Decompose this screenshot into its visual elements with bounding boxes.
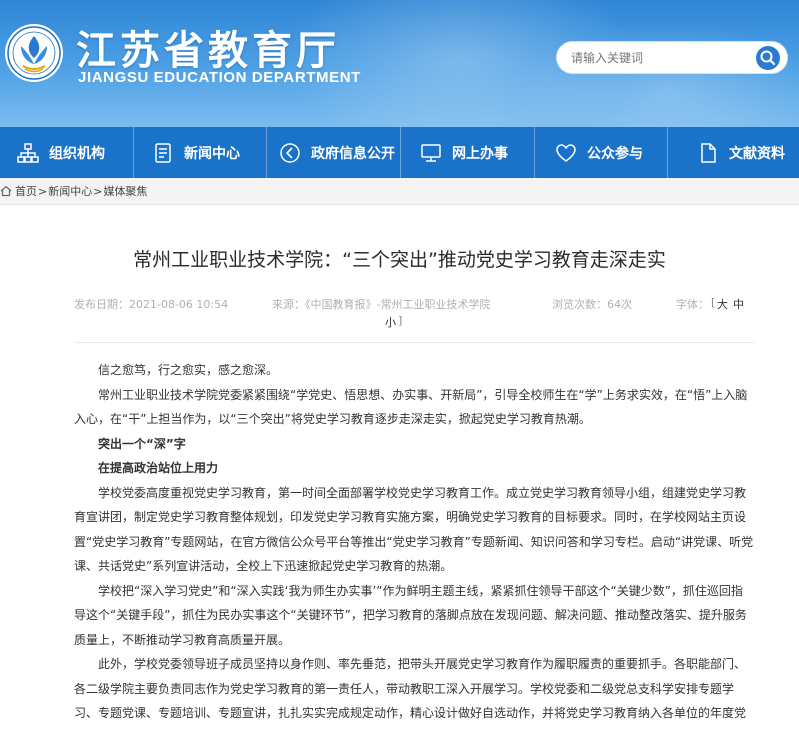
- site-header: 江苏省教育厅 JIANGSU EDUCATION DEPARTMENT: [0, 0, 799, 127]
- nav-item-org[interactable]: 组织机构: [0, 127, 133, 178]
- breadcrumb: 首页 > 新闻中心 > 媒体聚焦: [0, 178, 799, 205]
- search-icon[interactable]: [755, 45, 781, 71]
- site-title[interactable]: 江苏省教育厅: [76, 18, 340, 76]
- breadcrumb-news-link[interactable]: 新闻中心: [48, 183, 92, 199]
- info-open-icon: [280, 142, 300, 163]
- org-chart-icon: [17, 142, 39, 163]
- article-source: 来源：《中国教育报》-常州工业职业技术学院: [272, 298, 491, 311]
- nav-item-public-participation[interactable]: 公众参与: [535, 127, 667, 178]
- article-paragraph: 学校党委高度重视党史学习教育，第一时间全面部署学校党史学习教育工作。成立党史学习…: [74, 485, 754, 574]
- breadcrumb-current-link[interactable]: 媒体聚焦: [103, 183, 147, 199]
- nav-label: 政府信息公开: [311, 145, 395, 162]
- font-bracket-close: ]: [398, 314, 403, 327]
- breadcrumb-separator: >: [93, 184, 103, 198]
- nav-label: 文献资料: [729, 145, 785, 162]
- search-box: [556, 41, 788, 74]
- nav-item-documents[interactable]: 文献资料: [668, 127, 799, 178]
- article-paragraph: 此外，学校党委领导班子成员坚持以身作则、率先垂范，把带头开展党史学习教育作为履职…: [74, 657, 747, 720]
- jiangsu-education-emblem-icon[interactable]: [3, 22, 65, 84]
- article-paragraph: 学校把“深入学习党史”和“深入实践‘我为师生办实事’”作为鲜明主题主线，紧紧抓住…: [74, 583, 747, 647]
- article-meta: 发布日期：2021-08-06 10:54 来源：《中国教育报》-常州工业职业技…: [74, 296, 754, 329]
- article-paragraph: 常州工业职业技术学院党委紧紧围绕“学党史、悟思想、办实事、开新局”，引导全校师生…: [74, 387, 748, 427]
- font-size-label: 字体：: [676, 298, 709, 311]
- search-input[interactable]: [571, 42, 761, 73]
- nav-item-info-open[interactable]: 政府信息公开: [267, 127, 400, 178]
- nav-label: 组织机构: [49, 145, 105, 162]
- site-subtitle: JIANGSU EDUCATION DEPARTMENT: [78, 69, 361, 86]
- article-subheading: 突出一个“深”字: [74, 436, 186, 451]
- nav-label: 新闻中心: [184, 145, 240, 162]
- publish-date: 发布日期：2021-08-06 10:54: [74, 298, 229, 311]
- font-size-large[interactable]: 大: [717, 296, 728, 312]
- meta-divider: [74, 342, 754, 343]
- heart-icon: [556, 143, 576, 162]
- breadcrumb-separator: >: [38, 184, 48, 198]
- nav-item-news[interactable]: 新闻中心: [134, 127, 266, 178]
- view-count: 浏览次数：64次: [552, 298, 632, 311]
- article-body: 信之愈笃，行之愈实，感之愈深。 常州工业职业技术学院党委紧紧围绕“学党史、悟思想…: [74, 358, 754, 729]
- document-icon: [701, 142, 716, 163]
- nav-item-online-service[interactable]: 网上办事: [401, 127, 534, 178]
- font-bracket-open: [: [711, 296, 716, 309]
- monitor-icon: [421, 143, 441, 162]
- font-size-small[interactable]: 小: [385, 314, 396, 330]
- font-size-medium[interactable]: 中: [733, 296, 744, 312]
- article-subheading: 在提高政治站位上用力: [74, 461, 219, 475]
- article-paragraph: 信之愈笃，行之愈实，感之愈深。: [74, 363, 279, 377]
- main-nav: 组织机构 新闻中心 政府信息公开 网上办事 公众参与 文献资料: [0, 127, 799, 178]
- news-document-icon: [155, 142, 171, 163]
- home-icon: [0, 185, 12, 197]
- nav-label: 网上办事: [452, 145, 508, 162]
- nav-label: 公众参与: [587, 145, 643, 162]
- article-title: 常州工业职业技术学院：“三个突出”推动党史学习教育走深走实: [133, 249, 666, 271]
- breadcrumb-home-link[interactable]: 首页: [15, 183, 37, 199]
